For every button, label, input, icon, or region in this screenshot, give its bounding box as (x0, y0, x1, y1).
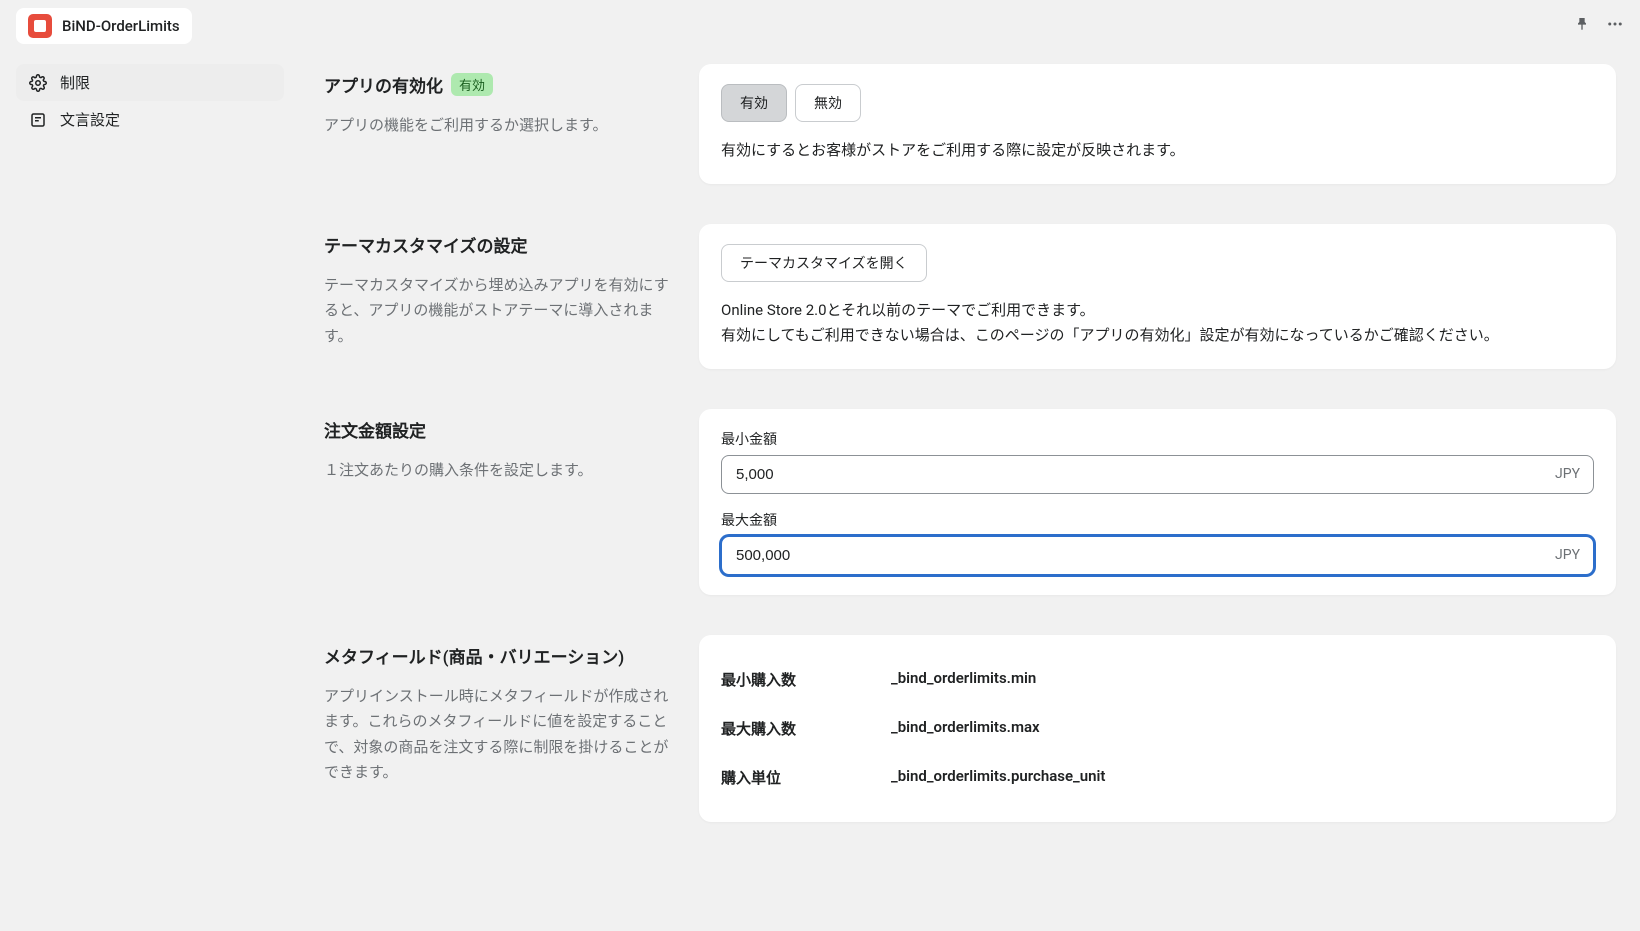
meta-label: 最小購入数 (721, 669, 891, 690)
min-amount-input-wrap: JPY (721, 455, 1594, 494)
section-info: テーマカスタマイズの設定 テーマカスタマイズから埋め込みアプリを有効にすると、ア… (324, 224, 679, 369)
section-desc: テーマカスタマイズから埋め込みアプリを有効にすると、アプリの機能がストアテーマに… (324, 273, 679, 350)
app-header-right (1574, 15, 1624, 37)
max-amount-input[interactable] (721, 536, 1594, 575)
sidebar-item-text-settings[interactable]: 文言設定 (16, 101, 284, 138)
sidebar-item-label: 制限 (60, 72, 90, 93)
more-icon[interactable] (1606, 15, 1624, 37)
section-desc: １注文あたりの購入条件を設定します。 (324, 458, 679, 484)
pin-icon[interactable] (1574, 16, 1590, 36)
section-title: メタフィールド(商品・バリエーション) (324, 643, 679, 668)
sidebar-item-limits[interactable]: 制限 (16, 64, 284, 101)
section-title-text: テーマカスタマイズの設定 (324, 232, 528, 257)
min-amount-input[interactable] (721, 455, 1594, 494)
toggle-button-group: 有効 無効 (721, 84, 1594, 122)
meta-label: 最大購入数 (721, 718, 891, 739)
sidebar-item-label: 文言設定 (60, 109, 120, 130)
theme-card: テーマカスタマイズを開く Online Store 2.0とそれ以前のテーマでご… (699, 224, 1616, 369)
min-amount-label: 最小金額 (721, 429, 1594, 449)
layout: 制限 文言設定 アプリの有効化 有効 アプリの機能をご利用するか選択します。 有… (0, 52, 1640, 931)
section-theme: テーマカスタマイズの設定 テーマカスタマイズから埋め込みアプリを有効にすると、ア… (324, 224, 1616, 369)
meta-row: 最大購入数 _bind_orderlimits.max (721, 704, 1594, 753)
section-desc: アプリの機能をご利用するか選択します。 (324, 113, 679, 139)
section-info: 注文金額設定 １注文あたりの購入条件を設定します。 (324, 409, 679, 595)
max-amount-input-wrap: JPY (721, 536, 1594, 575)
note-icon (28, 110, 48, 130)
app-title: BiND-OrderLimits (62, 17, 180, 35)
section-amount: 注文金額設定 １注文あたりの購入条件を設定します。 最小金額 JPY 最大金額 (324, 409, 1616, 595)
section-title-text: メタフィールド(商品・バリエーション) (324, 643, 624, 668)
disable-button[interactable]: 無効 (795, 84, 861, 122)
sidebar: 制限 文言設定 (0, 52, 300, 931)
section-info: メタフィールド(商品・バリエーション) アプリインストール時にメタフィールドが作… (324, 635, 679, 822)
meta-row: 最小購入数 _bind_orderlimits.min (721, 655, 1594, 704)
section-title: テーマカスタマイズの設定 (324, 232, 679, 257)
max-amount-label: 最大金額 (721, 510, 1594, 530)
section-title-text: 注文金額設定 (324, 417, 426, 442)
app-header: BiND-OrderLimits (0, 0, 1640, 52)
meta-label: 購入単位 (721, 767, 891, 788)
max-amount-group: 最大金額 JPY (721, 510, 1594, 575)
meta-value: _bind_orderlimits.min (891, 669, 1036, 690)
status-badge: 有効 (451, 73, 493, 96)
open-theme-customize-button[interactable]: テーマカスタマイズを開く (721, 244, 927, 282)
amount-card: 最小金額 JPY 最大金額 JPY (699, 409, 1616, 595)
activation-note: 有効にするとお客様がストアをご利用する際に設定が反映されます。 (721, 138, 1594, 164)
activation-card: 有効 無効 有効にするとお客様がストアをご利用する際に設定が反映されます。 (699, 64, 1616, 184)
metafield-card: 最小購入数 _bind_orderlimits.min 最大購入数 _bind_… (699, 635, 1616, 822)
section-title: 注文金額設定 (324, 417, 679, 442)
gear-icon (28, 73, 48, 93)
theme-button-group: テーマカスタマイズを開く (721, 244, 1594, 282)
section-info: アプリの有効化 有効 アプリの機能をご利用するか選択します。 (324, 64, 679, 184)
app-logo (28, 14, 52, 38)
section-title: アプリの有効化 有効 (324, 72, 679, 97)
meta-value: _bind_orderlimits.max (891, 718, 1040, 739)
meta-row: 購入単位 _bind_orderlimits.purchase_unit (721, 753, 1594, 802)
min-amount-group: 最小金額 JPY (721, 429, 1594, 494)
app-header-left: BiND-OrderLimits (16, 8, 192, 44)
section-metafield: メタフィールド(商品・バリエーション) アプリインストール時にメタフィールドが作… (324, 635, 1616, 822)
main-content: アプリの有効化 有効 アプリの機能をご利用するか選択します。 有効 無効 有効に… (300, 52, 1640, 931)
meta-value: _bind_orderlimits.purchase_unit (891, 767, 1105, 788)
section-desc: アプリインストール時にメタフィールドが作成されます。これらのメタフィールドに値を… (324, 684, 679, 786)
theme-note-2: 有効にしてもご利用できない場合は、このページの「アプリの有効化」設定が有効になっ… (721, 323, 1594, 349)
section-activation: アプリの有効化 有効 アプリの機能をご利用するか選択します。 有効 無効 有効に… (324, 64, 1616, 184)
enable-button[interactable]: 有効 (721, 84, 787, 122)
section-title-text: アプリの有効化 (324, 72, 443, 97)
theme-note-1: Online Store 2.0とそれ以前のテーマでご利用できます。 (721, 298, 1594, 324)
